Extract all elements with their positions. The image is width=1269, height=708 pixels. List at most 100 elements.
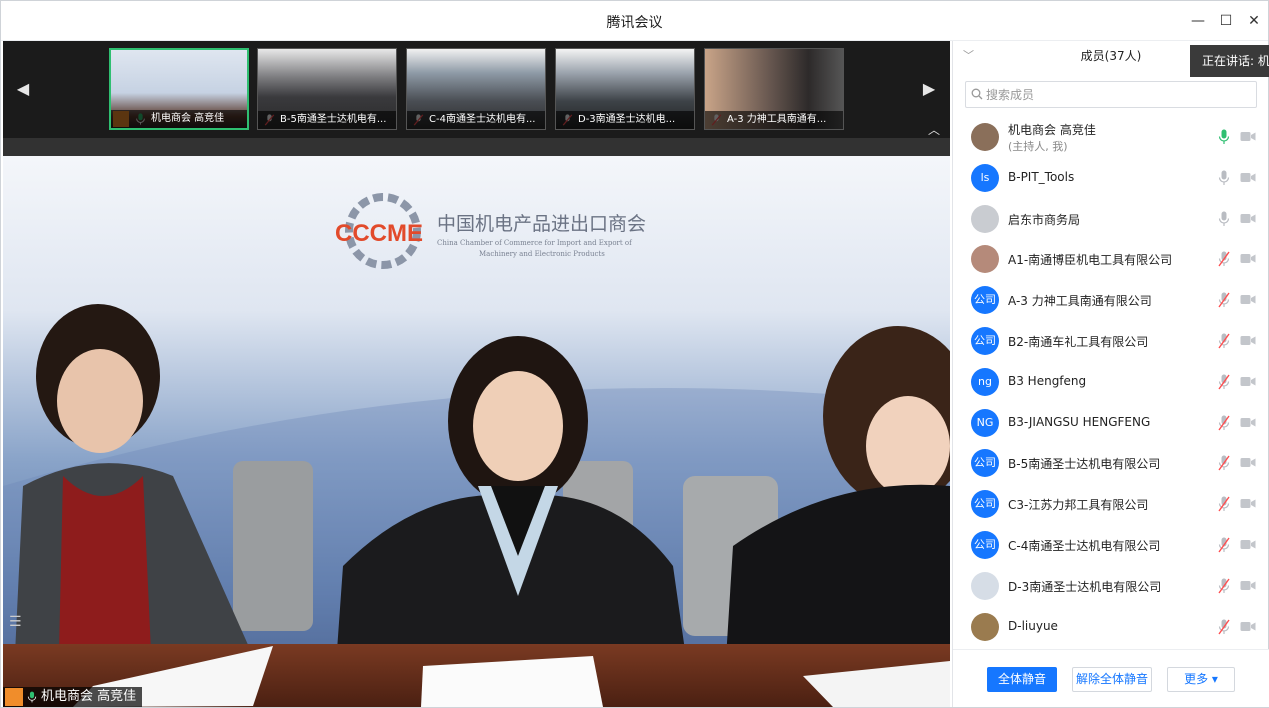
member-row[interactable]: 机电商会 高竞佳 (主持人, 我) [953, 117, 1269, 157]
camera-icon[interactable] [1240, 376, 1256, 387]
member-row[interactable]: 公司 B2-南通车礼工具有限公司 [953, 321, 1269, 361]
member-name: B2-南通车礼工具有限公司 [1008, 335, 1149, 349]
members-panel-footer: 全体静音 解除全体静音 更多 ▾ [953, 649, 1269, 707]
camera-icon[interactable] [1240, 172, 1256, 183]
member-row[interactable]: 启东市商务局 [953, 199, 1269, 239]
member-row[interactable]: 公司 C-4南通圣士达机电有限公司 [953, 525, 1269, 565]
speaker-caption: 机电商会 高竞佳 [3, 687, 143, 707]
member-name: 机电商会 高竞佳 [1008, 123, 1096, 137]
avatar [971, 245, 999, 274]
member-name: D-liuyue [1008, 618, 1058, 633]
mic-muted-icon[interactable] [1218, 537, 1230, 553]
avatar [971, 612, 999, 641]
camera-icon[interactable] [1240, 457, 1256, 468]
org-name-cn: 中国机电产品进出口商会 [437, 213, 646, 235]
org-name-en-1: China Chamber of Commerce for Import and… [437, 239, 633, 247]
member-name: A-3 力神工具南通有限公司 [1008, 294, 1152, 309]
thumbnail-label: D-3南通圣士达机电... [556, 111, 694, 129]
unmute-all-button[interactable]: 解除全体静音 [1072, 667, 1152, 692]
mic-muted-icon[interactable] [1218, 455, 1230, 471]
mic-muted-icon[interactable] [1218, 292, 1230, 308]
mic-muted-icon[interactable] [1218, 251, 1230, 267]
mic-muted-icon[interactable] [1218, 619, 1230, 635]
avatar: ng [971, 367, 999, 396]
search-input[interactable] [986, 85, 1246, 105]
member-list: 机电商会 高竞佳 (主持人, 我) ls B-PIT_Tools 启东市商务局 A1-南通… [953, 117, 1269, 647]
collapse-strip-icon[interactable]: ︿ [928, 121, 940, 138]
member-row[interactable]: 公司 A-3 力神工具南通有限公司 [953, 280, 1269, 320]
avatar [971, 204, 999, 233]
meeting-window: 腾讯会议 — ☐ ✕ ◀ ▶ 机电商会 高竞佳 B-5南通圣士达机电有... C… [0, 0, 1269, 708]
camera-icon[interactable] [1240, 539, 1256, 550]
member-row[interactable]: 公司 C3-江苏力邦工具有限公司 [953, 484, 1269, 524]
video-thumbnail[interactable]: C-4南通圣士达机电有... [406, 48, 546, 130]
avatar: ls [971, 163, 999, 192]
search-icon [971, 88, 983, 100]
next-arrow-icon[interactable]: ▶ [921, 79, 937, 99]
member-name: D-3南通圣士达机电有限公司 [1008, 579, 1162, 594]
avatar: 公司 [971, 286, 999, 315]
member-name: A1-南通博臣机电工具有限公司 [1008, 253, 1173, 268]
member-role: (主持人, 我) [1008, 140, 1068, 153]
member-row[interactable]: ng B3 Hengfeng [953, 362, 1269, 402]
mic-muted-icon[interactable] [1218, 374, 1230, 390]
maximize-icon[interactable]: ☐ [1215, 10, 1237, 32]
org-name-en-2: Machinery and Electronic Products [479, 250, 605, 258]
camera-icon[interactable] [1240, 417, 1256, 428]
mic-muted-icon[interactable] [1218, 415, 1230, 431]
mic-icon[interactable] [1218, 211, 1230, 227]
camera-icon[interactable] [1240, 621, 1256, 632]
window-title: 腾讯会议 [606, 15, 663, 31]
prev-arrow-icon[interactable]: ◀ [15, 79, 31, 99]
avatar: 公司 [971, 490, 999, 519]
camera-icon[interactable] [1240, 253, 1256, 264]
more-button[interactable]: 更多 ▾ [1167, 667, 1235, 692]
member-row[interactable]: 公司 B-5南通圣士达机电有限公司 [953, 443, 1269, 483]
thumbnail-label: 机电商会 高竞佳 [111, 110, 247, 128]
member-row[interactable]: A1-南通博臣机电工具有限公司 [953, 239, 1269, 279]
member-name: B-PIT_Tools [1008, 169, 1075, 184]
thumbnail-label: A-3 力神工具南通有... [705, 111, 843, 129]
video-thumbnail[interactable]: A-3 力神工具南通有... [704, 48, 844, 130]
member-row[interactable]: D-liuyue [953, 607, 1269, 647]
mic-icon[interactable] [1218, 170, 1230, 186]
member-row[interactable]: D-3南通圣士达机电有限公司 [953, 566, 1269, 606]
list-icon[interactable]: ☰ [9, 614, 22, 630]
video-thumbnail[interactable]: B-5南通圣士达机电有... [257, 48, 397, 130]
member-search[interactable] [965, 81, 1257, 108]
camera-icon[interactable] [1240, 294, 1256, 305]
speaker-name: 机电商会 高竞佳 [41, 689, 137, 704]
thumbnail-label: C-4南通圣士达机电有... [407, 111, 545, 129]
video-thumbnail[interactable]: 机电商会 高竞佳 [109, 48, 249, 130]
video-thumbnail[interactable]: D-3南通圣士达机电... [555, 48, 695, 130]
member-name: C-4南通圣士达机电有限公司 [1008, 539, 1161, 553]
thumbnail-strip: ◀ ▶ 机电商会 高竞佳 B-5南通圣士达机电有... C-4南通圣士达机电有.… [3, 41, 950, 138]
camera-icon[interactable] [1240, 498, 1256, 509]
video-area: ◀ ▶ 机电商会 高竞佳 B-5南通圣士达机电有... C-4南通圣士达机电有.… [3, 41, 950, 707]
camera-icon[interactable] [1240, 335, 1256, 346]
member-name: C3-江苏力邦工具有限公司 [1008, 498, 1149, 513]
close-icon[interactable]: ✕ [1243, 10, 1265, 32]
camera-icon[interactable] [1240, 580, 1256, 591]
member-name: B3-JIANGSU HENGFENG [1008, 414, 1151, 429]
svg-text:CCCME: CCCME [335, 220, 423, 247]
camera-icon[interactable] [1240, 213, 1256, 224]
title-bar: 腾讯会议 — ☐ ✕ [1, 1, 1268, 41]
main-video[interactable]: CCCME 中国机电产品进出口商会 China Chamber of Comme… [3, 156, 950, 707]
avatar [971, 571, 999, 600]
minimize-icon[interactable]: — [1187, 10, 1209, 32]
main-video-frame: CCCME 中国机电产品进出口商会 China Chamber of Comme… [3, 156, 950, 707]
avatar: NG [971, 408, 999, 437]
thumbnail-label: B-5南通圣士达机电有... [258, 111, 396, 129]
mic-muted-icon[interactable] [1218, 333, 1230, 349]
mic-on-icon [27, 691, 37, 703]
mic-muted-icon[interactable] [1218, 496, 1230, 512]
member-row[interactable]: NG B3-JIANGSU HENGFENG [953, 403, 1269, 443]
mic-muted-icon[interactable] [1218, 578, 1230, 594]
strip-divider [3, 138, 950, 156]
mic-on-icon[interactable] [1218, 129, 1230, 145]
avatar: 公司 [971, 531, 999, 559]
member-row[interactable]: ls B-PIT_Tools [953, 158, 1269, 198]
mute-all-button[interactable]: 全体静音 [987, 667, 1057, 692]
camera-icon[interactable] [1240, 131, 1256, 142]
